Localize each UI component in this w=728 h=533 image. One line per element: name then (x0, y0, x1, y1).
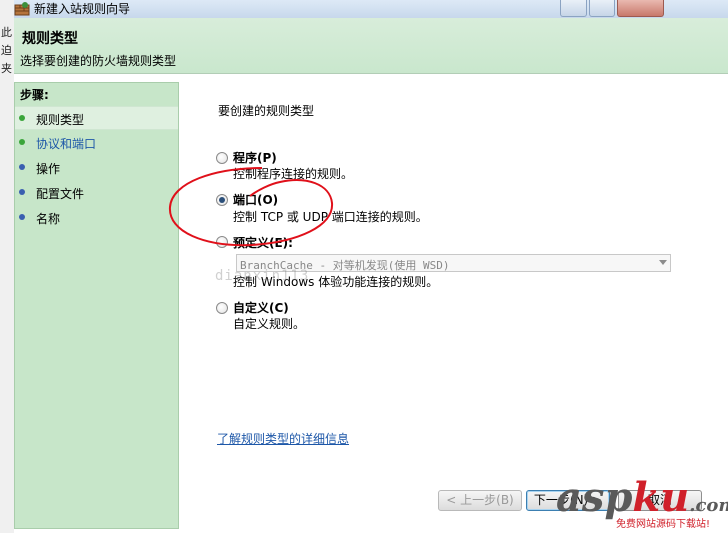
program-option-description: 控制程序连接的规则。 (233, 167, 354, 181)
back-button[interactable]: < 上一步(B) (438, 490, 522, 511)
sidebar-item-label: 协议和端口 (36, 137, 97, 151)
aspku-watermark-subtitle: 免费网站源码下载站! (616, 515, 711, 530)
maximize-button[interactable] (589, 0, 615, 17)
main-content: 要创建的规则类型 程序(P) 控制程序连接的规则。 端口(O) 控制 TCP 或… (180, 82, 728, 533)
port-radio[interactable] (216, 194, 228, 206)
port-option-description: 控制 TCP 或 UDP 端口连接的规则。 (233, 210, 428, 224)
sidebar-item-label: 名称 (36, 212, 61, 226)
wizard-header: 规则类型 选择要创建的防火墙规则类型 (14, 18, 728, 74)
step-dot-icon (19, 139, 25, 145)
step-dot-icon (19, 115, 25, 121)
program-radio[interactable] (216, 152, 228, 164)
sidebar-item-name[interactable]: 名称 (15, 206, 178, 230)
window-title: 新建入站规则向导 (34, 2, 131, 16)
steps-sidebar: 步骤: 规则类型 协议和端口 操作 配置文件 名称 (14, 82, 179, 529)
wizard-window: 新建入站规则向导 规则类型 选择要创建的防火墙规则类型 步骤: 规则类型 协议和… (14, 0, 728, 533)
predefined-option-title[interactable]: 预定义(E): (233, 234, 293, 251)
port-option-title[interactable]: 端口(O) (233, 191, 278, 208)
learn-more-link[interactable]: 了解规则类型的详细信息 (217, 430, 349, 447)
bg-fragment: 迫 (1, 44, 12, 57)
step-dot-icon (19, 214, 25, 220)
step-dot-icon (19, 189, 25, 195)
page-title: 规则类型 (22, 31, 78, 47)
sidebar-item-label: 规则类型 (36, 113, 85, 127)
custom-radio[interactable] (216, 302, 228, 314)
sidebar-item-label: 配置文件 (36, 187, 85, 201)
steps-heading: 步骤: (20, 88, 49, 102)
background-window-edge: 此 迫 夹 (0, 0, 14, 533)
predefined-radio[interactable] (216, 236, 228, 248)
faint-watermark: dianxin113 (215, 268, 310, 284)
sidebar-item-rule-type[interactable]: 规则类型 (15, 106, 178, 130)
rule-type-question: 要创建的规则类型 (218, 104, 315, 118)
sidebar-item-label: 操作 (36, 162, 61, 176)
bg-fragment: 夹 (1, 62, 12, 75)
step-dot-icon (19, 164, 25, 170)
sidebar-item-action[interactable]: 操作 (15, 156, 178, 180)
page-subtitle: 选择要创建的防火墙规则类型 (20, 54, 177, 68)
bg-fragment: 此 (1, 26, 12, 39)
custom-option-title[interactable]: 自定义(C) (233, 299, 289, 316)
minimize-button[interactable] (560, 0, 587, 17)
program-option-title[interactable]: 程序(P) (233, 149, 277, 166)
title-bar[interactable]: 新建入站规则向导 (14, 0, 728, 18)
chevron-down-icon (659, 260, 667, 265)
firewall-icon (14, 2, 30, 16)
sidebar-item-protocol-port[interactable]: 协议和端口 (15, 131, 178, 155)
close-button[interactable] (617, 0, 664, 17)
custom-option-description: 自定义规则。 (233, 317, 306, 331)
sidebar-item-profile[interactable]: 配置文件 (15, 181, 178, 205)
